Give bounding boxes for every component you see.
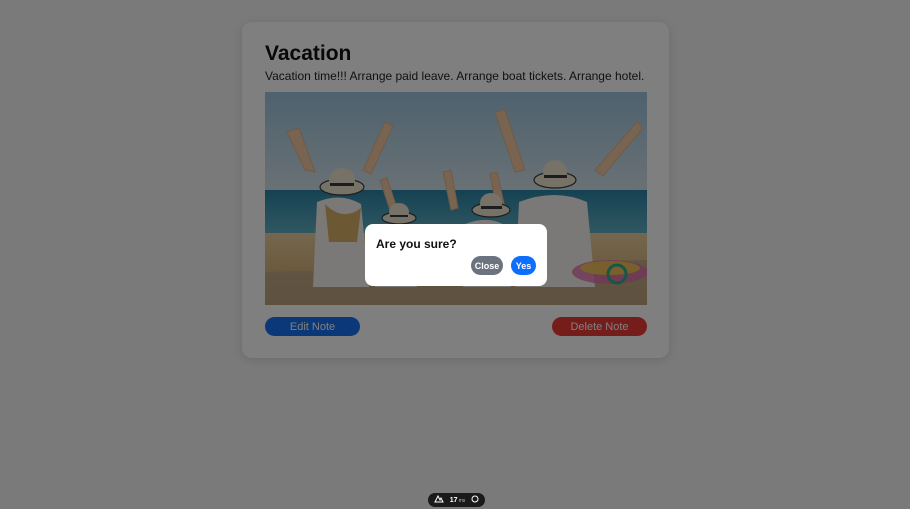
close-button[interactable]: Close xyxy=(471,256,503,275)
render-time-unit: ms xyxy=(458,497,466,504)
confirm-dialog: Are you sure? Close Yes xyxy=(365,224,547,286)
render-time-value: 17 xyxy=(449,496,458,504)
settings-icon[interactable] xyxy=(471,495,479,505)
framework-logo-icon[interactable] xyxy=(434,494,444,505)
dialog-title: Are you sure? xyxy=(376,237,457,251)
dev-toolbar[interactable]: 17ms xyxy=(428,493,485,507)
render-time: 17ms xyxy=(450,497,465,504)
yes-button[interactable]: Yes xyxy=(511,256,536,275)
